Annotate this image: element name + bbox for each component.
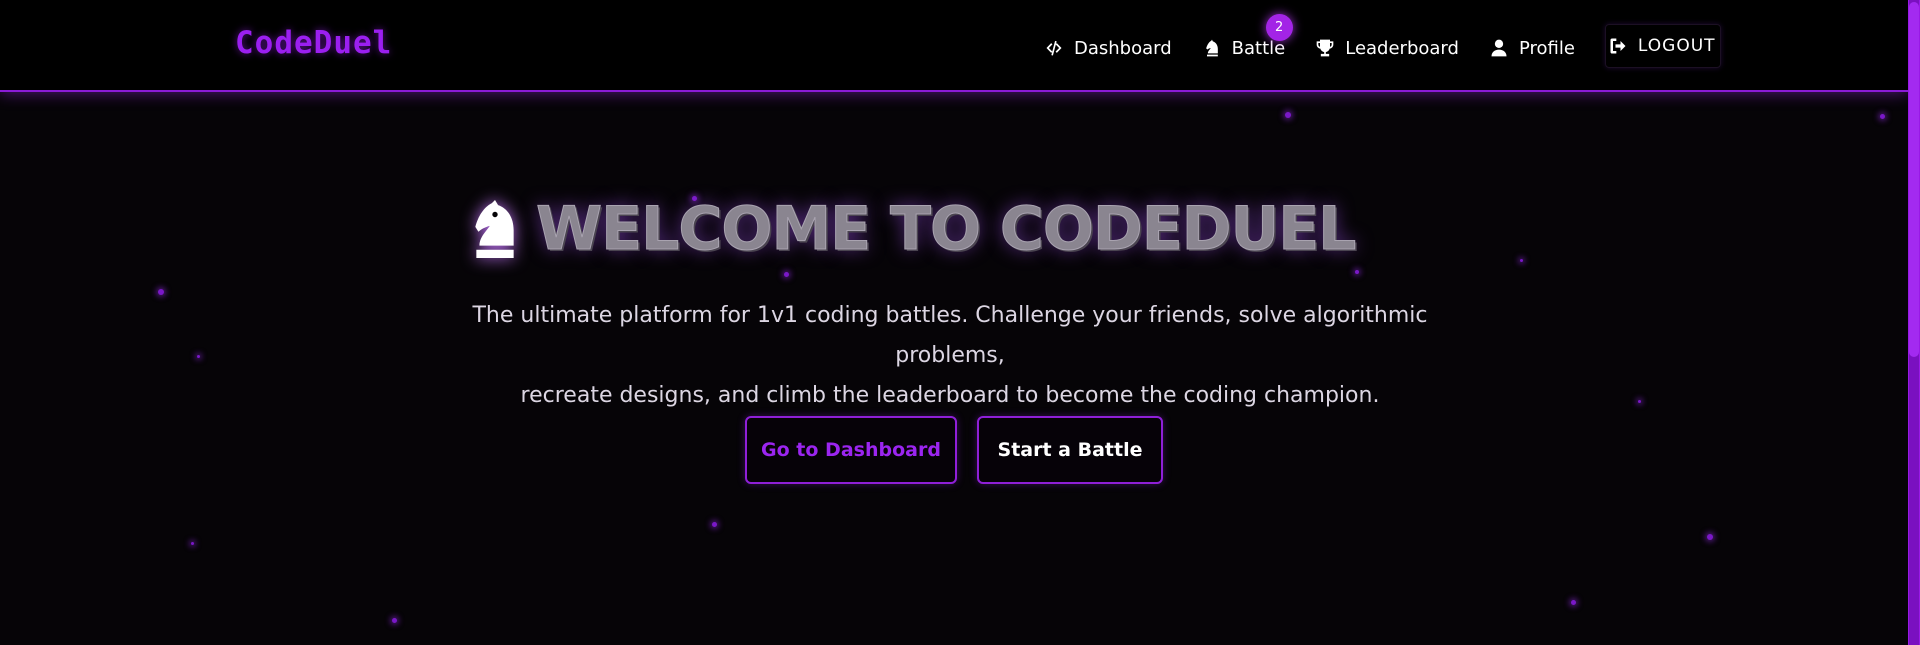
sign-out-icon [1608,36,1628,56]
background-particle [1880,114,1885,119]
background-particle [1285,112,1291,118]
brand-logo[interactable]: CodeDuel [235,25,392,61]
scrollbar[interactable] [1908,0,1920,645]
hero-subtitle-line: The ultimate platform for 1v1 coding bat… [472,303,1428,368]
hero-subtitle: The ultimate platform for 1v1 coding bat… [460,296,1440,416]
background-particle [712,522,717,527]
background-particle [1355,270,1359,274]
nav-link-leaderboard[interactable]: Leaderboard [1315,30,1459,66]
background-particle [158,289,164,295]
background-particle [784,272,789,277]
user-icon [1489,38,1509,58]
scrollbar-thumb[interactable] [1909,2,1919,357]
nav-link-dashboard[interactable]: Dashboard [1044,30,1172,66]
chess-knight-icon [470,200,520,258]
background-particle [197,355,200,358]
background-particle [1571,600,1576,605]
trophy-icon [1315,38,1335,58]
chess-knight-icon [1202,38,1222,58]
nav-link-battle[interactable]: Battle 2 [1202,14,1293,66]
background-particle [1520,259,1523,262]
hero-title-text: WELCOME TO CODEDUEL [535,194,1356,265]
nav-links: Dashboard Battle 2 Leaderboard Profile L… [1044,14,1721,68]
background-particle [1638,400,1641,403]
navbar: CodeDuel Dashboard Battle 2 Leaderboard … [0,0,1908,92]
nav-link-profile[interactable]: Profile [1489,30,1575,66]
background-particle [191,542,194,545]
nav-link-label: Profile [1518,37,1575,59]
logout-button[interactable]: LOGOUT [1604,24,1721,68]
hero-section: WELCOME TO CODEDUEL The ultimate platfor… [0,94,1908,645]
nav-link-label: Leaderboard [1345,37,1459,59]
nav-link-label: Dashboard [1074,37,1172,59]
background-particle [1707,534,1713,540]
hero-title: WELCOME TO CODEDUEL [470,194,1357,265]
code-icon [1044,38,1064,58]
start-battle-button[interactable]: Start a Battle [977,416,1163,484]
background-particle [392,618,397,623]
go-to-dashboard-button[interactable]: Go to Dashboard [745,416,957,484]
notification-badge: 2 [1265,14,1293,41]
nav-link-label: LOGOUT [1637,36,1716,56]
hero-subtitle-line: recreate designs, and climb the leaderbo… [520,383,1380,408]
page: CodeDuel Dashboard Battle 2 Leaderboard … [0,0,1920,645]
